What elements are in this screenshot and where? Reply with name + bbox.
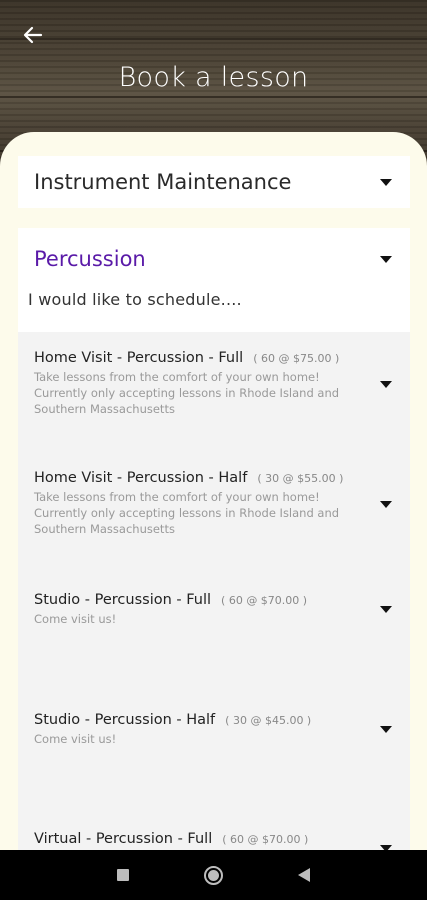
lesson-option-studio-full[interactable]: Studio - Percussion - Full ( 60 @ $70.00… [18,592,410,692]
arrow-left-icon [23,26,43,44]
lesson-option-price: ( 60 @ $70.00 ) [222,833,309,846]
instrument-card: Percussion I would like to schedule.... [18,228,410,332]
lesson-option-description: Take lessons from the comfort of your ow… [34,490,340,536]
chevron-down-icon [380,178,392,186]
lesson-option-title: Home Visit - Percussion - Half [34,470,248,486]
lesson-option-virtual-full[interactable]: Virtual - Percussion - Full ( 60 @ $70.0… [18,831,410,852]
lesson-option-description: Come visit us! [34,612,117,626]
chevron-down-icon[interactable] [380,381,392,388]
category-dropdown[interactable]: Instrument Maintenance [18,156,410,208]
lesson-option-description: Come visit us! [34,732,117,746]
lesson-option-price: ( 60 @ $70.00 ) [221,594,308,607]
lesson-option-studio-half[interactable]: Studio - Percussion - Half ( 30 @ $45.00… [18,712,410,812]
chevron-down-icon [380,255,392,263]
lesson-option-title: Virtual - Percussion - Full [34,831,213,847]
recent-apps-icon[interactable] [117,869,130,881]
lesson-option-price: ( 30 @ $45.00 ) [225,714,312,727]
wood-plank-line [0,96,427,98]
chevron-down-icon[interactable] [380,501,392,508]
lesson-option-title: Home Visit - Percussion - Full [34,350,244,366]
lesson-options-list: Home Visit - Percussion - Full ( 60 @ $7… [18,332,410,852]
lesson-option-price: ( 30 @ $55.00 ) [257,472,344,485]
chevron-down-icon[interactable] [380,606,392,613]
chevron-down-icon[interactable] [380,726,392,733]
page-title: Book a lesson [118,62,309,93]
booking-sheet: Instrument Maintenance Percussion I woul… [0,132,427,852]
nav-back-icon[interactable] [297,868,310,882]
back-button[interactable] [18,20,48,50]
lesson-option-title: Studio - Percussion - Full [34,592,212,608]
lesson-option-title: Studio - Percussion - Half [34,712,216,728]
lesson-option-price: ( 60 @ $75.00 ) [253,352,340,365]
instrument-dropdown[interactable]: Percussion [18,228,410,290]
instrument-dropdown-value: Percussion [34,247,146,271]
lesson-option-home-visit-full[interactable]: Home Visit - Percussion - Full ( 60 @ $7… [18,350,410,450]
lesson-option-home-visit-half[interactable]: Home Visit - Percussion - Half ( 30 @ $5… [18,470,410,570]
category-dropdown-value: Instrument Maintenance [34,170,292,194]
wood-plank-line [0,38,427,40]
lesson-option-description: Take lessons from the comfort of your ow… [34,370,340,416]
system-nav-bar [0,850,427,900]
home-icon[interactable] [203,865,223,885]
schedule-prompt: I would like to schedule.... [28,290,242,309]
